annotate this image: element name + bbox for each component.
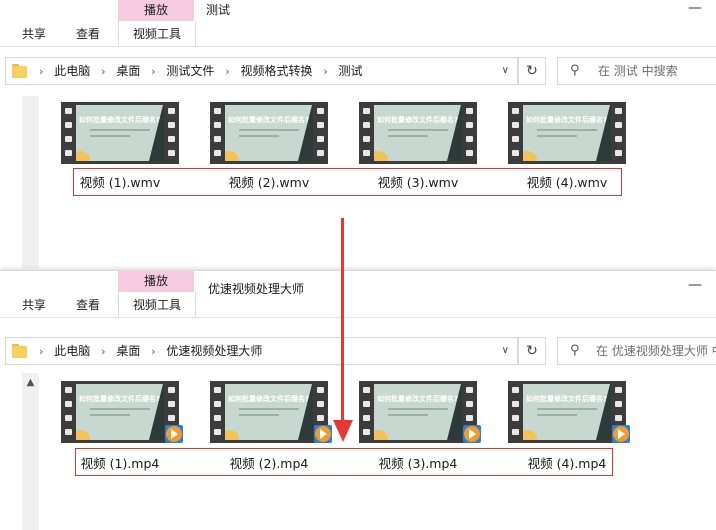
- video-thumbnail: 如何批量修改文件后缀名?: [210, 102, 328, 164]
- ribbon: 播放 测试 — 共享 查看 视频工具: [0, 0, 716, 47]
- video-thumbnail: 如何批量修改文件后缀名?: [61, 381, 183, 443]
- breadcrumb-item[interactable]: 桌面: [116, 338, 140, 364]
- address-row: › 此电脑 › 桌面 › 优速视频处理大师 ∨ ↻ ⚲ 在 优速视频处理大师 中: [0, 337, 716, 365]
- video-thumbnail: 如何批量修改文件后缀名?: [61, 102, 179, 164]
- refresh-icon[interactable]: ↻: [518, 337, 546, 365]
- search-input[interactable]: ⚲ 在 测试 中搜索: [557, 57, 716, 85]
- scroll-up-icon[interactable]: ▲: [22, 377, 39, 388]
- address-bar[interactable]: › 此电脑 › 桌面 › 测试文件 › 视频格式转换 › 测试 ∨: [5, 57, 518, 85]
- minimize-button[interactable]: —: [688, 277, 702, 293]
- explorer-window-top: 播放 测试 — 共享 查看 视频工具 › 此电脑 › 桌面 › 测试文件 › 视…: [0, 0, 716, 268]
- thumbnail-title: 如何批量修改文件后缀名?: [79, 116, 161, 124]
- chevron-right-icon[interactable]: ›: [39, 339, 43, 365]
- play-badge-icon: [463, 425, 481, 443]
- refresh-icon[interactable]: ↻: [518, 57, 546, 85]
- scrollbar[interactable]: ▲: [22, 373, 39, 530]
- tab-play-tools[interactable]: 播放: [118, 271, 194, 292]
- arrow-line: [341, 218, 344, 423]
- breadcrumb-item[interactable]: 测试: [339, 58, 363, 84]
- breadcrumb-item[interactable]: 此电脑: [54, 58, 90, 84]
- video-thumbnail: 如何批量修改文件后缀名?: [359, 102, 477, 164]
- breadcrumb: › 此电脑 › 桌面 › 测试文件 › 视频格式转换 › 测试: [32, 58, 363, 84]
- video-thumbnail: 如何批量修改文件后缀名?: [359, 381, 481, 443]
- chevron-right-icon[interactable]: ›: [151, 339, 155, 365]
- highlight-box: [75, 448, 613, 476]
- thumbnail-title: 如何批量修改文件后缀名?: [377, 395, 459, 403]
- ribbon: 播放 优速视频处理大师 — 共享 查看 视频工具: [0, 271, 716, 318]
- video-thumbnail: 如何批量修改文件后缀名?: [210, 381, 332, 443]
- breadcrumb-item[interactable]: 桌面: [116, 58, 140, 84]
- chevron-right-icon[interactable]: ›: [323, 59, 327, 85]
- tab-share[interactable]: 共享: [16, 294, 52, 316]
- tab-play-tools[interactable]: 播放: [118, 0, 194, 21]
- file-area: ▲ 如何批量修改文件后缀名? 视频 (1).mp4 如何批量修改文件后缀名? 视…: [0, 373, 716, 530]
- play-badge-icon: [314, 425, 332, 443]
- search-placeholder: 在 测试 中搜索: [598, 64, 678, 78]
- video-thumbnail: 如何批量修改文件后缀名?: [508, 381, 630, 443]
- thumbnail-title: 如何批量修改文件后缀名?: [228, 395, 310, 403]
- search-icon: ⚲: [570, 343, 580, 358]
- thumbnail-title: 如何批量修改文件后缀名?: [228, 116, 310, 124]
- window-title: 测试: [206, 3, 231, 17]
- address-bar[interactable]: › 此电脑 › 桌面 › 优速视频处理大师 ∨: [5, 337, 518, 365]
- tab-view[interactable]: 查看: [70, 294, 106, 316]
- tab-share[interactable]: 共享: [16, 23, 52, 45]
- breadcrumb: › 此电脑 › 桌面 › 优速视频处理大师: [32, 338, 262, 364]
- thumbnail-title: 如何批量修改文件后缀名?: [526, 116, 608, 124]
- thumbnail-title: 如何批量修改文件后缀名?: [377, 116, 459, 124]
- chevron-right-icon[interactable]: ›: [151, 59, 155, 85]
- arrow-down-icon: [333, 420, 353, 442]
- search-input[interactable]: ⚲ 在 优速视频处理大师 中: [557, 337, 716, 365]
- tab-video-tools[interactable]: 视频工具: [118, 21, 196, 46]
- highlight-box: [73, 168, 622, 196]
- search-icon: ⚲: [570, 63, 580, 78]
- explorer-window-bottom: 播放 优速视频处理大师 — 共享 查看 视频工具 › 此电脑 › 桌面 › 优速…: [0, 270, 716, 530]
- thumbnail-title: 如何批量修改文件后缀名?: [526, 395, 608, 403]
- tab-video-tools[interactable]: 视频工具: [118, 292, 196, 317]
- thumbnail-title: 如何批量修改文件后缀名?: [79, 395, 161, 403]
- chevron-right-icon[interactable]: ›: [101, 59, 105, 85]
- play-badge-icon: [612, 425, 630, 443]
- breadcrumb-item[interactable]: 视频格式转换: [240, 58, 312, 84]
- breadcrumb-item[interactable]: 优速视频处理大师: [166, 338, 262, 364]
- minimize-button[interactable]: —: [688, 0, 702, 16]
- tab-view[interactable]: 查看: [70, 23, 106, 45]
- chevron-right-icon[interactable]: ›: [101, 339, 105, 365]
- chevron-right-icon[interactable]: ›: [225, 59, 229, 85]
- chevron-down-icon[interactable]: ∨: [502, 58, 509, 84]
- play-badge-icon: [165, 425, 183, 443]
- scrollbar[interactable]: [22, 96, 39, 268]
- video-thumbnail: 如何批量修改文件后缀名?: [508, 102, 626, 164]
- chevron-down-icon[interactable]: ∨: [502, 338, 509, 364]
- address-row: › 此电脑 › 桌面 › 测试文件 › 视频格式转换 › 测试 ∨ ↻ ⚲ 在 …: [0, 57, 716, 85]
- breadcrumb-item[interactable]: 测试文件: [166, 58, 214, 84]
- search-placeholder: 在 优速视频处理大师 中: [596, 344, 716, 358]
- breadcrumb-item[interactable]: 此电脑: [54, 338, 90, 364]
- file-area: 如何批量修改文件后缀名? 视频 (1).wmv 如何批量修改文件后缀名? 视频 …: [0, 96, 716, 268]
- chevron-right-icon[interactable]: ›: [39, 59, 43, 85]
- window-title: 优速视频处理大师: [208, 282, 305, 296]
- folder-icon: [12, 344, 27, 358]
- folder-icon: [12, 64, 27, 78]
